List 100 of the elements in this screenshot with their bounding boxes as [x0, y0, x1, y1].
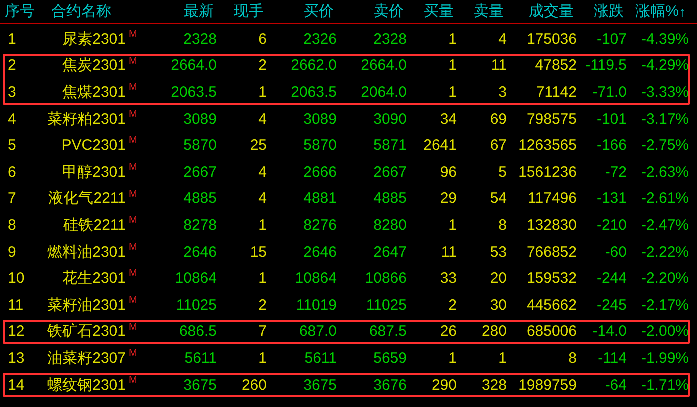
- row-number: 1: [8, 30, 16, 48]
- market-tag: M: [129, 82, 138, 94]
- last-price: 11025: [176, 296, 217, 314]
- bid-volume: 26: [440, 323, 457, 340]
- column-header[interactable]: 合约名称: [52, 3, 112, 20]
- column-header[interactable]: 涨幅%: [636, 2, 679, 21]
- column-header[interactable]: 最新: [184, 3, 214, 20]
- row-number: 10: [8, 270, 25, 288]
- bid-volume: 290: [432, 376, 457, 394]
- contract-name: 液化气2211: [48, 190, 126, 208]
- bid-volume: 1: [448, 57, 457, 74]
- contract-name: 甲醇2301: [62, 164, 126, 181]
- ask-price: 5659: [374, 350, 407, 367]
- price-change: -244: [596, 270, 627, 288]
- column-header[interactable]: 序号: [5, 3, 35, 20]
- bid-price: 2063.5: [291, 84, 337, 101]
- row-number: 13: [8, 350, 25, 367]
- bid-volume: 11: [441, 244, 457, 261]
- contract-name: 焦煤2301: [62, 84, 126, 101]
- bid-price: 4881: [304, 190, 337, 208]
- market-tag: M: [129, 322, 138, 333]
- row-number: 12: [8, 323, 25, 340]
- trade-volume: 798575: [526, 110, 577, 128]
- ask-volume: 3: [498, 84, 507, 101]
- price-change: -114: [598, 350, 627, 367]
- change-percent: -2.00%: [641, 323, 689, 340]
- trade-volume: 445662: [526, 296, 577, 314]
- ask-volume: 69: [490, 110, 507, 128]
- bid-price: 5611: [304, 350, 337, 367]
- ask-price: 3090: [374, 110, 407, 128]
- market-tag: M: [129, 56, 138, 67]
- last-price: 3675: [184, 376, 217, 394]
- current-lots: 260: [242, 376, 267, 394]
- row-number: 7: [8, 190, 16, 208]
- row-number: 14: [8, 376, 25, 394]
- column-header[interactable]: 现手: [234, 3, 264, 20]
- column-header[interactable]: 成交量: [529, 3, 574, 20]
- ask-price: 3676: [374, 376, 407, 394]
- change-percent: -3.17%: [641, 110, 689, 128]
- column-header[interactable]: 买量: [424, 3, 454, 20]
- last-price: 5611: [184, 350, 217, 367]
- change-percent: -2.63%: [641, 164, 689, 181]
- ask-price: 2328: [374, 30, 407, 48]
- current-lots: 1: [258, 270, 267, 288]
- column-header[interactable]: 涨跌: [594, 3, 624, 20]
- ask-volume: 67: [490, 137, 507, 154]
- change-percent: -2.75%: [641, 137, 689, 154]
- market-tag: M: [129, 242, 138, 253]
- market-tag: M: [129, 162, 138, 173]
- change-percent: -2.22%: [641, 244, 689, 261]
- price-change: -64: [605, 376, 627, 394]
- trade-volume: 132830: [526, 216, 577, 234]
- current-lots: 25: [250, 137, 267, 154]
- row-number: 2: [8, 57, 16, 74]
- column-header[interactable]: 卖量: [474, 3, 504, 20]
- last-price: 4885: [184, 190, 217, 208]
- bid-volume: 29: [440, 190, 457, 208]
- bid-price: 2666: [304, 164, 337, 181]
- last-price: 5870: [184, 137, 217, 154]
- bid-volume: 2641: [424, 137, 457, 154]
- current-lots: 2: [258, 296, 267, 314]
- ask-price: 687.5: [369, 323, 407, 340]
- ask-volume: 8: [498, 216, 507, 234]
- ask-volume: 1: [498, 350, 507, 367]
- price-change: -166: [596, 137, 627, 154]
- change-percent: -4.29%: [641, 57, 689, 74]
- change-percent: -2.61%: [641, 190, 689, 208]
- change-percent: -1.99%: [641, 350, 689, 367]
- price-change: -71.0: [592, 84, 627, 101]
- ask-price: 5871: [374, 137, 407, 154]
- column-header[interactable]: 卖价: [374, 3, 404, 20]
- ask-volume: 53: [490, 244, 507, 261]
- ask-price: 4885: [374, 190, 407, 208]
- ask-price: 2667: [374, 164, 407, 181]
- contract-name: 尿素2301: [62, 30, 126, 48]
- sort-arrow-icon[interactable]: ↑: [679, 4, 686, 20]
- bid-volume: 96: [440, 164, 457, 181]
- contract-name: 菜籽油2301: [48, 296, 126, 314]
- current-lots: 6: [258, 30, 267, 48]
- current-lots: 4: [258, 190, 267, 208]
- bid-volume: 1: [448, 30, 457, 48]
- current-lots: 1: [258, 84, 267, 101]
- bid-volume: 34: [440, 110, 457, 128]
- ask-price: 2664.0: [361, 57, 407, 74]
- trade-volume: 159532: [526, 270, 577, 288]
- price-change: -107: [596, 30, 627, 48]
- column-header[interactable]: 买价: [304, 3, 334, 20]
- change-percent: -2.47%: [641, 216, 689, 234]
- bid-price: 687.0: [299, 323, 337, 340]
- last-price: 3089: [184, 110, 217, 128]
- ask-volume: 54: [490, 190, 507, 208]
- row-number: 11: [8, 296, 24, 314]
- bid-price: 10864: [295, 270, 337, 288]
- bid-price: 8276: [304, 216, 337, 234]
- bid-price: 3675: [304, 376, 337, 394]
- price-change: -245: [596, 296, 627, 314]
- bid-price: 3089: [304, 110, 337, 128]
- ask-price: 2064.0: [361, 84, 407, 101]
- bid-price: 5870: [304, 137, 337, 154]
- trade-volume: 766852: [526, 244, 577, 261]
